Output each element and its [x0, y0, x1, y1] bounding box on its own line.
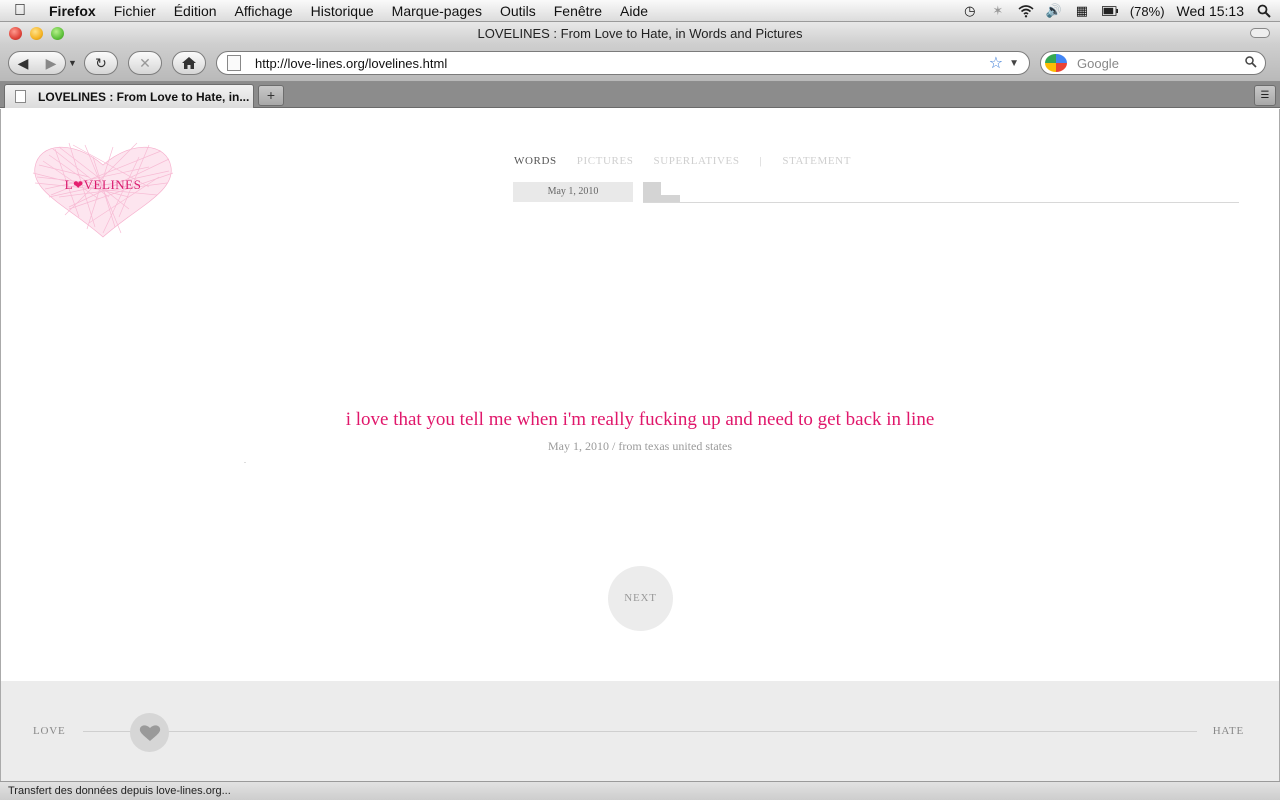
menu-bar:  Firefox Fichier Édition Affichage Hist…	[0, 0, 1280, 22]
volume-icon[interactable]: 🔊	[1046, 3, 1062, 19]
close-window-button[interactable]	[9, 27, 22, 40]
nav-pictures[interactable]: PICTURES	[577, 155, 634, 167]
menu-extras: ◷ ✶ 🔊 ▦ (78%) Wed 15:13	[962, 0, 1272, 22]
window-title-bar: LOVELINES : From Love to Hate, in Words …	[0, 22, 1280, 44]
search-icon[interactable]	[1245, 55, 1257, 71]
bluetooth-icon[interactable]: ✶	[990, 3, 1006, 19]
url-dropdown-icon[interactable]: ▼	[1009, 58, 1019, 69]
list-all-tabs-icon[interactable]: ☰	[1254, 85, 1276, 106]
menu-fichier[interactable]: Fichier	[105, 3, 165, 19]
slider-track[interactable]	[83, 731, 1197, 732]
menu-app-name[interactable]: Firefox	[40, 3, 105, 19]
back-button[interactable]: ◀	[9, 55, 37, 72]
navigation-toolbar: ◀ ▶ ▼ ↻ ✕ http://love-lines.org/loveline…	[0, 44, 1280, 82]
logo-text: L❤VELINES	[64, 177, 142, 192]
clock[interactable]: Wed 15:13	[1177, 3, 1244, 19]
zoom-window-button[interactable]	[51, 27, 64, 40]
timeline[interactable]	[643, 179, 1239, 203]
tab-lovelines[interactable]: LOVELINES : From Love to Hate, in...	[4, 84, 254, 108]
site-nav: WORDS PICTURES SUPERLATIVES | STATEMENT	[514, 155, 871, 167]
battery-percent: (78%)	[1129, 3, 1165, 19]
home-icon	[182, 57, 196, 69]
menu-aide[interactable]: Aide	[611, 3, 657, 19]
forward-button[interactable]: ▶	[37, 55, 65, 72]
hate-label: HATE	[1212, 725, 1244, 737]
next-button[interactable]: NEXT	[608, 566, 673, 631]
nav-separator: |	[759, 155, 763, 167]
status-bar: Transfert des données depuis love-lines.…	[0, 781, 1280, 800]
home-button[interactable]	[172, 51, 206, 75]
search-bar[interactable]: Google	[1040, 51, 1266, 75]
tab-page-icon	[15, 90, 26, 103]
divider	[244, 462, 246, 463]
time-machine-icon[interactable]: ◷	[962, 3, 978, 19]
page-icon	[227, 55, 241, 71]
toolbar-toggle-button[interactable]	[1250, 28, 1270, 38]
tab-label: LOVELINES : From Love to Hate, in...	[38, 89, 250, 104]
reload-icon: ↻	[95, 54, 107, 71]
menu-historique[interactable]: Historique	[302, 3, 383, 19]
back-forward-buttons: ◀ ▶	[8, 51, 66, 75]
menu-fenetre[interactable]: Fenêtre	[545, 3, 611, 19]
love-label: LOVE	[33, 725, 66, 737]
heart-icon	[139, 724, 160, 741]
tab-bar: LOVELINES : From Love to Hate, in... + ☰	[0, 82, 1280, 108]
slider-handle[interactable]	[130, 713, 169, 752]
url-text[interactable]: http://love-lines.org/lovelines.html	[255, 56, 989, 71]
wifi-icon[interactable]	[1018, 3, 1034, 19]
input-menu-icon[interactable]: ▦	[1074, 3, 1090, 19]
timeline-bar[interactable]	[643, 182, 661, 202]
search-input[interactable]: Google	[1077, 56, 1119, 71]
quote-meta: May 1, 2010 / from texas united states	[548, 439, 732, 453]
menu-outils[interactable]: Outils	[491, 3, 545, 19]
minimize-window-button[interactable]	[30, 27, 43, 40]
address-bar[interactable]: http://love-lines.org/lovelines.html ☆ ▼	[216, 51, 1030, 75]
lovelines-logo[interactable]: L❤VELINES	[29, 137, 177, 241]
timeline-bar[interactable]	[661, 195, 680, 202]
battery-icon[interactable]	[1101, 3, 1118, 19]
menu-marque-pages[interactable]: Marque-pages	[383, 3, 491, 19]
current-date: May 1, 2010	[513, 182, 633, 202]
spotlight-search-icon[interactable]	[1256, 3, 1272, 19]
new-tab-button[interactable]: +	[258, 85, 284, 106]
apple-menu-icon[interactable]: 	[0, 2, 40, 20]
nav-words[interactable]: WORDS	[514, 155, 557, 167]
stop-button[interactable]: ✕	[128, 51, 162, 75]
love-hate-slider: LOVE HATE	[0, 681, 1280, 781]
logo-heart-icon: ❤	[73, 178, 84, 192]
love-line-quote: i love that you tell me when i'm really …	[345, 409, 935, 430]
history-dropdown-icon[interactable]: ▼	[68, 58, 77, 68]
nav-superlatives[interactable]: SUPERLATIVES	[654, 155, 740, 167]
nav-statement[interactable]: STATEMENT	[782, 155, 851, 167]
menu-affichage[interactable]: Affichage	[226, 3, 302, 19]
reload-button[interactable]: ↻	[84, 51, 118, 75]
google-engine-icon[interactable]	[1045, 54, 1067, 72]
stop-icon: ✕	[139, 54, 151, 71]
bookmark-star-icon[interactable]: ☆	[989, 53, 1003, 73]
window-title: LOVELINES : From Love to Hate, in Words …	[477, 25, 803, 41]
menu-edition[interactable]: Édition	[165, 3, 226, 19]
